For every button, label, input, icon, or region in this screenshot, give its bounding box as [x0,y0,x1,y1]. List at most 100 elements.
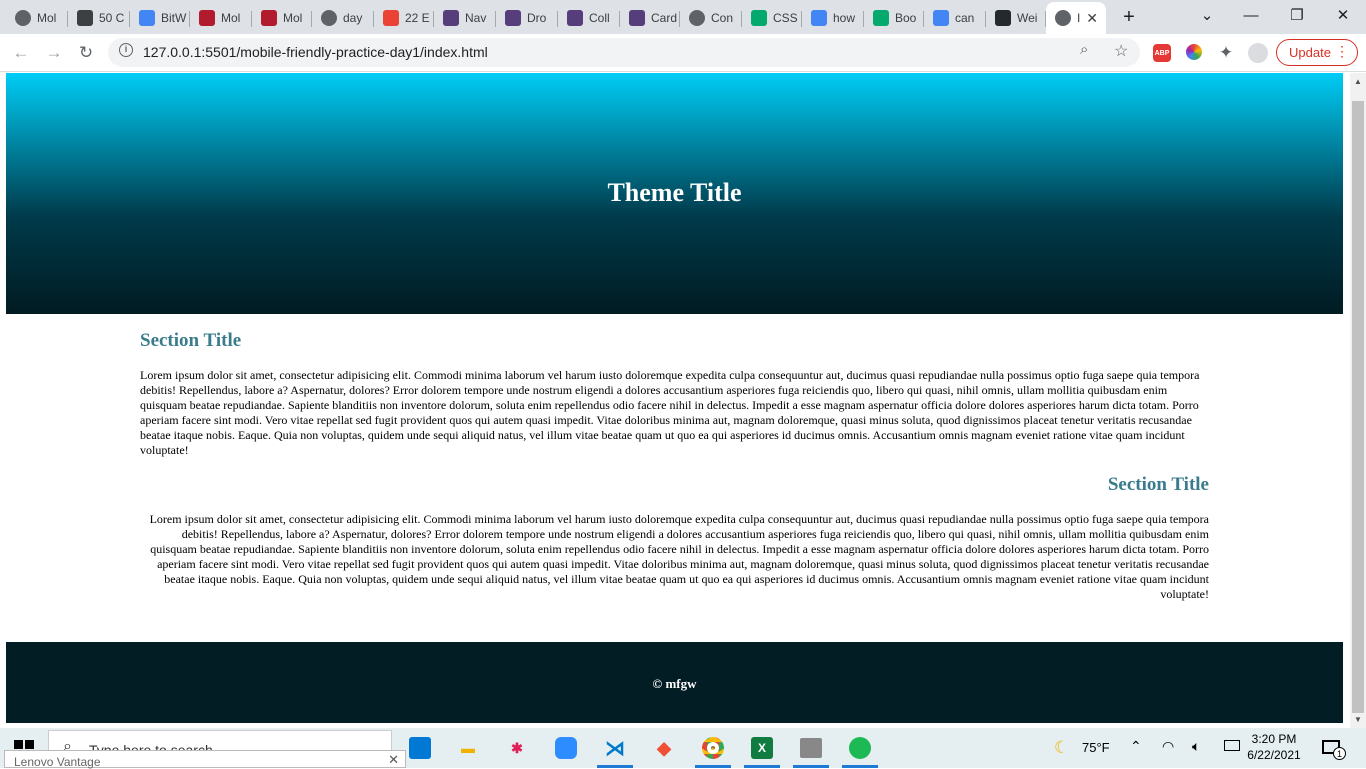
footer-copyright: © mfgw [652,675,697,691]
scroll-up-arrow-icon[interactable]: ▲ [1350,73,1366,89]
weather-moon-icon[interactable]: ☾ [1054,738,1069,758]
slack-icon[interactable]: ✱ [499,732,535,764]
tab-label: BitW [161,11,187,25]
tab-7[interactable]: Nav [434,4,496,32]
excel-icon[interactable]: X [744,732,780,768]
tab-label: 50 C [99,11,125,25]
app-icon[interactable] [793,732,829,768]
spotify-icon[interactable] [842,732,878,768]
tab-search-icon[interactable]: ⌄ [1184,0,1230,30]
tab-10[interactable]: Card [620,4,680,32]
git-icon[interactable]: ◆ [646,732,682,764]
scroll-down-arrow-icon[interactable]: ▼ [1350,711,1366,727]
tab-label: Mol [37,11,57,25]
close-window-button[interactable]: ✕ [1320,0,1366,30]
show-hidden-icons-icon[interactable]: ⌃ [1130,738,1142,755]
page-scrollbar[interactable]: ▲ ▼ [1350,73,1366,728]
back-icon[interactable]: ← [7,39,35,67]
w3schools-icon [751,10,767,26]
bootstrap-icon [567,10,583,26]
docs-icon [139,10,155,26]
google-icon [811,10,827,26]
close-icon[interactable]: ✕ [388,752,399,768]
address-bar[interactable]: i 127.0.0.1:5501/mobile-friendly-practic… [108,38,1140,67]
tab-16[interactable]: Wei [986,4,1046,32]
file-explorer-icon[interactable]: ▬ [450,732,486,764]
tab-label: can [955,11,975,25]
section-title-2: Section Title [1107,474,1209,495]
forward-icon[interactable]: → [40,39,68,67]
github-icon [995,10,1011,26]
extensions-puzzle-icon[interactable]: ✦ [1212,39,1240,67]
url-text: 127.0.0.1:5501/mobile-friendly-practice-… [143,44,488,60]
tab-label: day [343,11,363,25]
tab-17[interactable]: I ✕ [1046,2,1106,34]
tab-close-icon[interactable]: ✕ [1086,10,1098,27]
timer-app-icon[interactable] [402,732,438,764]
tab-8[interactable]: Dro [496,4,558,32]
update-button[interactable]: Update ⋮ [1276,39,1358,66]
info-icon[interactable]: i [119,43,133,57]
tab-9[interactable]: Coll [558,4,620,32]
weather-temperature[interactable]: 75°F [1082,740,1110,755]
notification-center-icon[interactable]: 1 [1322,738,1346,760]
lenovo-vantage-popup[interactable]: Lenovo Vantage ✕ [4,750,406,769]
chrome-icon[interactable] [695,732,731,768]
tab-5[interactable]: day [312,4,374,32]
new-tab-button[interactable]: + [1106,2,1152,32]
section-title-1: Section Title [140,330,242,351]
system-clock[interactable]: 3:20 PM 6/22/2021 [1244,731,1304,763]
tab-label: Dro [527,11,547,25]
scroll-thumb[interactable] [1352,101,1364,713]
bookmark-star-icon[interactable]: ☆ [1114,41,1128,61]
tab-0[interactable]: Mol [6,4,68,32]
tab-label: Wei [1017,11,1038,25]
tab-15[interactable]: can [924,4,986,32]
reload-icon[interactable]: ↻ [72,39,100,67]
wifi-icon[interactable]: ◠ [1162,738,1174,755]
vscode-icon[interactable]: ⋊ [597,732,633,768]
tab-3[interactable]: Mol [190,4,252,32]
tab-label: Con [711,11,734,25]
browser-toolbar: ← → ↻ i 127.0.0.1:5501/mobile-friendly-p… [0,34,1366,72]
globe-icon [321,10,337,26]
zoom-icon[interactable]: ⌕ [1080,41,1088,58]
tab-12[interactable]: CSS [742,4,802,32]
tab-1[interactable]: 50 C [68,4,130,32]
bootstrap-icon [629,10,645,26]
tab-14[interactable]: Boo [864,4,924,32]
zoom-icon[interactable] [548,732,584,764]
tab-label: how [833,11,856,25]
bootstrap-icon [505,10,521,26]
hero-title: Theme Title [607,177,742,207]
tab-2[interactable]: BitW [130,4,190,32]
browser-tab-strip: Mol 50 C BitW Mol Mol day 22 E Nav Dro Coll Card Co… [0,0,1366,34]
tab-4[interactable]: Mol [252,4,312,32]
globe-icon [15,10,31,26]
lenovo-popup-label: Lenovo Vantage [14,755,101,769]
battery-icon[interactable] [1224,740,1240,751]
globe-icon [1055,10,1071,26]
adblock-icon[interactable]: ABP [1153,44,1171,62]
notification-badge: 1 [1333,747,1346,760]
globe-icon [689,10,705,26]
bootstrap-icon [443,10,459,26]
volume-icon[interactable]: 🔈︎ [1192,738,1200,755]
w-icon [199,10,215,26]
tab-label: 22 E [405,11,430,25]
tab-label: Mol [283,11,303,25]
color-picker-extension-icon[interactable] [1186,44,1202,60]
minimize-button[interactable]: — [1228,0,1274,30]
maximize-button[interactable]: ❐ [1274,0,1320,30]
w3schools-icon [873,10,889,26]
clock-time: 3:20 PM [1251,732,1297,746]
more-menu-icon[interactable]: ⋮ [1335,43,1349,60]
clock-date: 6/22/2021 [1247,748,1301,762]
profile-avatar[interactable] [1248,43,1268,63]
google-icon [933,10,949,26]
section-body-2: Lorem ipsum dolor sit amet, consectetur … [149,512,1209,601]
tab-11[interactable]: Con [680,4,742,32]
tab-13[interactable]: how [802,4,864,32]
tab-6[interactable]: 22 E [374,4,434,32]
section-body-1: Lorem ipsum dolor sit amet, consectetur … [140,368,1200,457]
